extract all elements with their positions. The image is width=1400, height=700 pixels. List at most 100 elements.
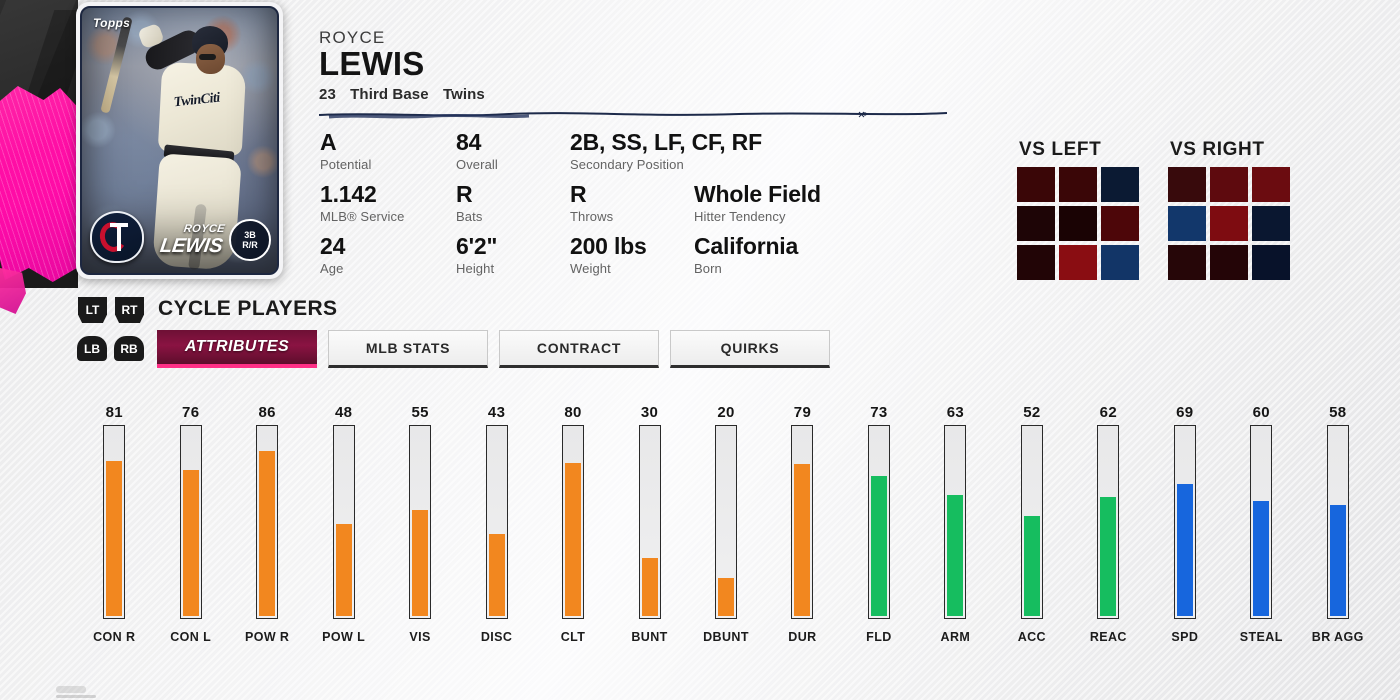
attribute-fill bbox=[717, 577, 734, 616]
partial-footer-button[interactable] bbox=[56, 686, 100, 698]
attribute-fill bbox=[259, 450, 276, 616]
bio-value: 24 bbox=[320, 233, 346, 259]
heatmap-cell bbox=[1168, 245, 1206, 280]
player-jersey-number: 23 bbox=[319, 85, 336, 103]
trigger-lt-button[interactable]: LT bbox=[78, 297, 107, 323]
attribute-label: POW L bbox=[322, 630, 366, 644]
bio-label: Throws bbox=[570, 209, 614, 224]
attribute-value: 81 bbox=[105, 404, 123, 421]
attribute-bar-clt: 80 CLT bbox=[535, 404, 611, 666]
attribute-fill bbox=[947, 495, 964, 616]
bumper-lb-button[interactable]: LB bbox=[77, 336, 107, 361]
attribute-track bbox=[1326, 425, 1349, 619]
badge-handedness: R/R bbox=[242, 240, 258, 250]
attribute-bar-acc: 52 ACC bbox=[994, 404, 1070, 666]
bumper-rb-button[interactable]: RB bbox=[114, 336, 144, 361]
heatmap-vs-left bbox=[1017, 167, 1139, 280]
attribute-value: 63 bbox=[946, 404, 965, 421]
attribute-track bbox=[1097, 425, 1120, 619]
attribute-bar-arm: 63 ARM bbox=[917, 404, 993, 666]
attribute-value: 55 bbox=[411, 404, 429, 421]
attribute-track bbox=[103, 425, 126, 619]
twins-logo-icon bbox=[90, 211, 144, 263]
heatmap-cell bbox=[1059, 245, 1097, 280]
attribute-fill bbox=[1253, 500, 1270, 616]
attribute-bar-br-agg: 58 BR AGG bbox=[1300, 404, 1376, 666]
attribute-track bbox=[179, 425, 202, 619]
bio-label: Overall bbox=[456, 157, 498, 172]
heatmap-cell bbox=[1210, 206, 1248, 241]
attribute-bar-con-r: 81 CON R bbox=[76, 404, 152, 666]
heatmap-cell bbox=[1017, 206, 1055, 241]
attribute-bar-vis: 55 VIS bbox=[382, 404, 458, 666]
attribute-label: VIS bbox=[409, 630, 431, 644]
bio-secondary-position: 2B, SS, LF, CF, RF Secondary Position bbox=[570, 129, 762, 173]
heatmap-cell bbox=[1059, 206, 1097, 241]
heatmap-cell bbox=[1210, 245, 1248, 280]
attribute-fill bbox=[1023, 516, 1040, 616]
attribute-fill bbox=[488, 533, 505, 616]
attribute-track bbox=[1020, 425, 1043, 619]
player-team: Twins bbox=[442, 85, 485, 103]
attribute-track bbox=[485, 425, 508, 619]
card-last-name: LEWIS bbox=[158, 235, 224, 257]
attribute-bar-con-l: 76 CON L bbox=[152, 404, 228, 666]
bio-potential: A Potential bbox=[320, 131, 372, 173]
attribute-bar-disc: 43 DISC bbox=[458, 404, 534, 666]
attribute-track bbox=[562, 425, 585, 619]
bio-weight: 200 lbs Weight bbox=[570, 235, 647, 277]
player-last-name: LEWIS bbox=[319, 45, 425, 82]
attribute-track bbox=[791, 425, 814, 619]
player-card[interactable]: TwinCiti Topps ROYCE LEWIS 3B R/R bbox=[76, 2, 283, 279]
bio-mlb-service: 1.142 MLB® Service bbox=[320, 181, 404, 225]
heatmap-title-vs-left: VS LEFT bbox=[1019, 139, 1102, 160]
attribute-track bbox=[944, 425, 967, 619]
attribute-value: 79 bbox=[793, 404, 812, 421]
bio-label: Weight bbox=[570, 261, 611, 276]
attribute-label: DUR bbox=[788, 630, 817, 644]
heatmap-cell bbox=[1168, 167, 1206, 202]
player-position: Third Base bbox=[350, 85, 429, 103]
tab-bar: ATTRIBUTES MLB STATS CONTRACT QUIRKS bbox=[157, 330, 830, 368]
attribute-fill bbox=[641, 558, 658, 616]
player-card-inner: TwinCiti Topps ROYCE LEWIS 3B R/R bbox=[80, 6, 279, 275]
footer-button-underline bbox=[56, 695, 96, 698]
attribute-fill bbox=[182, 470, 199, 616]
attribute-fill bbox=[335, 523, 352, 616]
bio-value: 2B, SS, LF, CF, RF bbox=[570, 129, 762, 155]
tab-quirks[interactable]: QUIRKS bbox=[670, 330, 830, 368]
attribute-value: 80 bbox=[564, 404, 582, 421]
attribute-fill bbox=[870, 475, 887, 616]
bio-value: 1.142 bbox=[320, 181, 377, 207]
attribute-label: CON R bbox=[93, 630, 136, 644]
attribute-label: REAC bbox=[1089, 630, 1127, 644]
bio-value: California bbox=[694, 233, 799, 259]
tab-mlb-stats[interactable]: MLB STATS bbox=[328, 330, 488, 368]
attribute-value: 20 bbox=[717, 404, 735, 421]
attribute-fill bbox=[412, 510, 429, 616]
player-name-block: ROYCE LEWIS 23 Third Base Twins bbox=[319, 28, 495, 103]
attribute-fill bbox=[1329, 504, 1346, 616]
heatmap-cell bbox=[1101, 167, 1139, 202]
attribute-label: DBUNT bbox=[703, 630, 749, 644]
bio-label: Age bbox=[320, 261, 344, 276]
trigger-rt-button[interactable]: RT bbox=[115, 297, 144, 323]
attribute-track bbox=[332, 425, 355, 619]
attribute-label: ARM bbox=[940, 630, 971, 644]
attribute-fill bbox=[1100, 497, 1117, 616]
attribute-bar-dbunt: 20 DBUNT bbox=[688, 404, 764, 666]
attribute-fill bbox=[794, 464, 811, 616]
tab-contract[interactable]: CONTRACT bbox=[499, 330, 659, 368]
bio-label: Bats bbox=[456, 209, 483, 224]
tab-attributes[interactable]: ATTRIBUTES bbox=[157, 330, 317, 368]
attribute-bar-reac: 62 REAC bbox=[1070, 404, 1146, 666]
attribute-track bbox=[714, 425, 737, 619]
attribute-value: 73 bbox=[870, 404, 888, 421]
cycle-players-label: CYCLE PLAYERS bbox=[158, 297, 338, 320]
attribute-label: ACC bbox=[1017, 630, 1046, 644]
attribute-value: 69 bbox=[1176, 404, 1194, 421]
attribute-bar-spd: 69 SPD bbox=[1147, 404, 1223, 666]
bio-bats: R Bats bbox=[456, 183, 483, 225]
bio-hitter-tendency: Whole Field Hitter Tendency bbox=[694, 183, 821, 225]
attribute-value: 58 bbox=[1329, 404, 1347, 421]
